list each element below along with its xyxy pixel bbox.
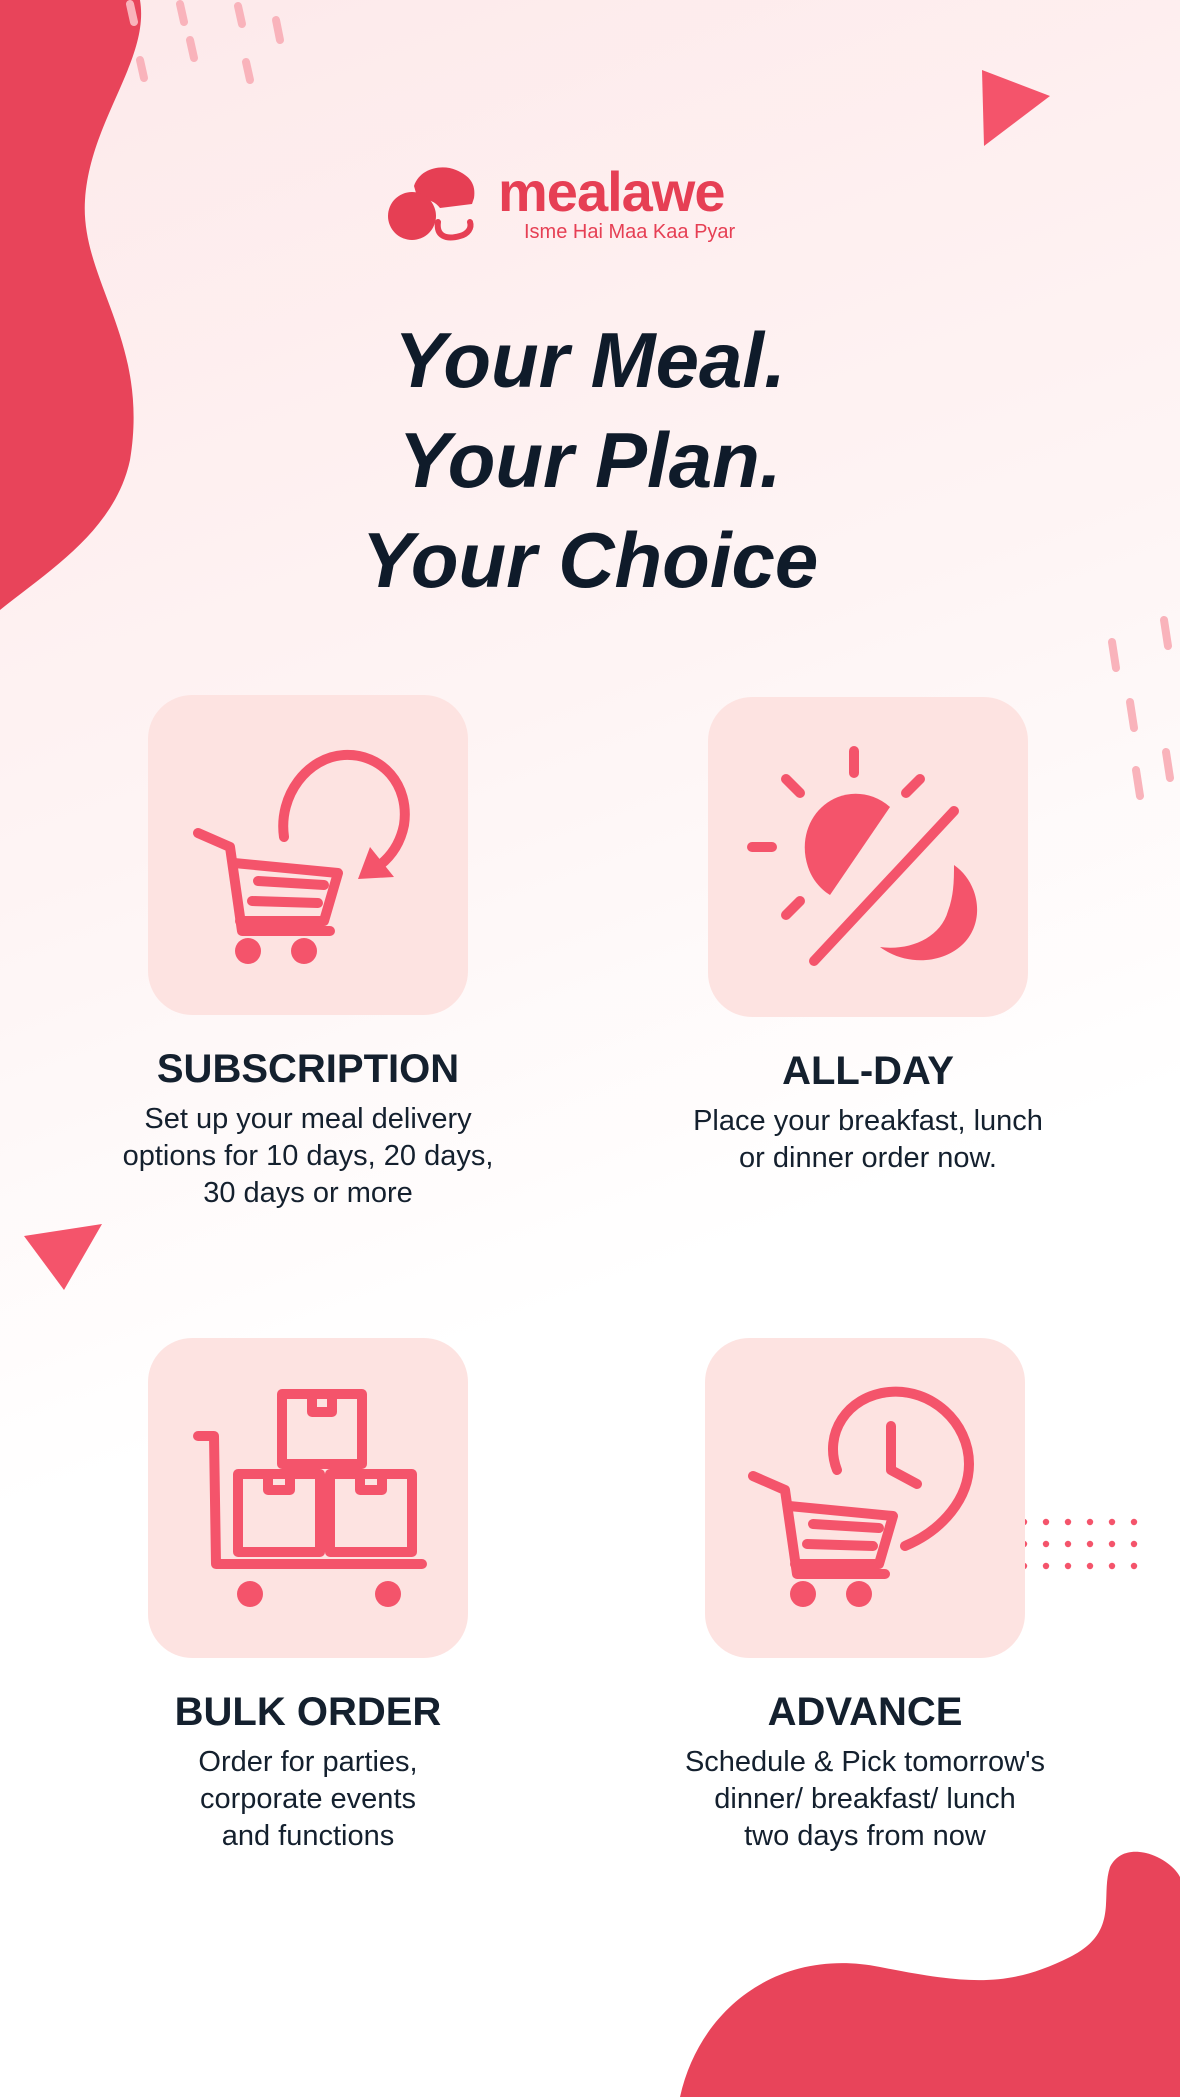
feature-title: BULK ORDER — [174, 1690, 442, 1734]
boxes-trolley-icon — [193, 1389, 427, 1607]
dot-mark — [1086, 1562, 1094, 1570]
dot-mark — [1086, 1540, 1094, 1548]
triangle-decoration — [24, 1224, 102, 1290]
sun-moon-icon — [747, 746, 978, 966]
brand-logo[interactable]: mealawe Isme Hai Maa Kaa Pyar — [384, 160, 804, 250]
feature-description: Order for parties, corporate events and … — [198, 1746, 418, 1852]
feature-title: ALL-DAY — [782, 1049, 954, 1093]
dot-mark — [1108, 1540, 1116, 1548]
feature-description: Schedule & Pick tomorrow's dinner/ break… — [684, 1746, 1046, 1852]
cart-clock-icon — [748, 1386, 974, 1607]
bottom-wave-shape — [680, 1851, 1180, 2097]
dot-mark — [1130, 1562, 1138, 1570]
dash-pattern-decoration — [126, 0, 284, 84]
dot-mark — [1086, 1518, 1094, 1526]
feature-bulk-order: BULK ORDER Order for parties, corporate … — [98, 1338, 518, 1855]
dot-mark — [1108, 1562, 1116, 1570]
feature-advance: ADVANCE Schedule & Pick tomorrow's dinne… — [655, 1338, 1075, 1855]
feature-icon-tile — [705, 1338, 1025, 1658]
feature-all-day: ALL-DAY Place your breakfast, lunch or d… — [658, 697, 1078, 1177]
feature-icon-tile — [148, 695, 468, 1015]
headline-line: Your Choice — [361, 516, 819, 604]
cart-refresh-icon — [193, 749, 410, 964]
headline-line: Your Plan. — [398, 416, 782, 504]
brand-tagline: Isme Hai Maa Kaa Pyar — [524, 221, 736, 243]
feature-description: Place your breakfast, lunch or dinner or… — [693, 1105, 1043, 1174]
dash-pattern-decoration — [1108, 616, 1174, 800]
feature-title: ADVANCE — [767, 1690, 963, 1734]
dot-mark — [1108, 1518, 1116, 1526]
dot-mark — [1130, 1518, 1138, 1526]
feature-title: SUBSCRIPTION — [156, 1047, 460, 1091]
main-headline: Your Meal. Your Plan. Your Choice — [0, 310, 1180, 610]
feature-description: Set up your meal delivery options for 10… — [122, 1103, 494, 1209]
dot-mark — [1130, 1540, 1138, 1548]
feature-icon-tile — [148, 1338, 468, 1658]
triangle-decoration — [982, 70, 1050, 146]
headline-line: Your Meal. — [394, 316, 786, 404]
feature-icon-tile — [708, 697, 1028, 1017]
feature-subscription: SUBSCRIPTION Set up your meal delivery o… — [98, 695, 518, 1212]
chef-hat-icon — [388, 167, 475, 241]
brand-name: mealawe — [498, 160, 725, 223]
